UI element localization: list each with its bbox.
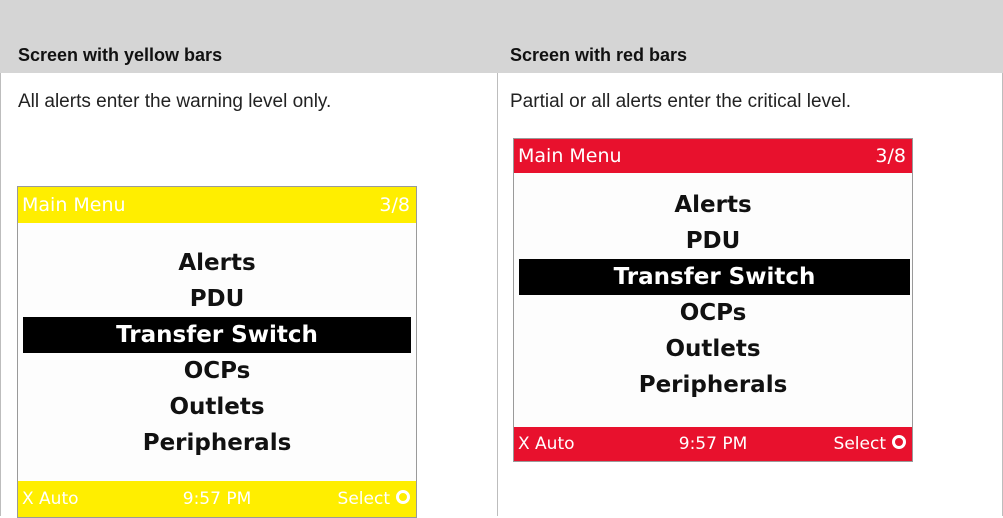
yellow-description: All alerts enter the warning level only.: [18, 91, 332, 112]
table-header-row: Screen with yellow bars Screen with red …: [0, 37, 1003, 73]
yellow-menu-item-peripherals[interactable]: Peripherals: [18, 425, 416, 461]
yellow-menu-item-alerts[interactable]: Alerts: [18, 245, 416, 281]
red-description: Partial or all alerts enter the critical…: [510, 91, 852, 112]
header-yellow-bars: Screen with yellow bars: [18, 45, 223, 65]
red-title: Main Menu: [518, 145, 622, 167]
select-circle-icon: [892, 435, 906, 449]
red-menu-screen: Main Menu 3/8 Alerts PDU Transfer Switch…: [513, 138, 913, 462]
yellow-menu-screen: Main Menu 3/8 Alerts PDU Transfer Switch…: [17, 186, 417, 518]
red-menu-item-ocps[interactable]: OCPs: [514, 295, 912, 331]
red-menu-item-pdu[interactable]: PDU: [514, 223, 912, 259]
header-red-bars: Screen with red bars: [510, 45, 688, 65]
left-table-border: [0, 73, 1, 516]
yellow-menu-item-pdu[interactable]: PDU: [18, 281, 416, 317]
red-select-label: Select: [833, 434, 886, 454]
yellow-menu-item-transfer-switch[interactable]: Transfer Switch: [23, 317, 411, 353]
red-footer-select: Select: [834, 427, 906, 461]
yellow-title: Main Menu: [22, 194, 126, 216]
yellow-menu-item-outlets[interactable]: Outlets: [18, 389, 416, 425]
red-footer-bar: X Auto 9:57 PM Select: [514, 427, 912, 461]
yellow-footer-bar: X Auto 9:57 PM Select: [18, 481, 416, 517]
column-divider: [497, 73, 498, 516]
red-menu-list: Alerts PDU Transfer Switch OCPs Outlets …: [514, 187, 912, 403]
yellow-select-label: Select: [337, 489, 390, 509]
yellow-menu-list: Alerts PDU Transfer Switch OCPs Outlets …: [18, 245, 416, 461]
red-menu-item-outlets[interactable]: Outlets: [514, 331, 912, 367]
red-menu-item-transfer-switch[interactable]: Transfer Switch: [519, 259, 910, 295]
yellow-footer-select: Select: [338, 481, 410, 517]
yellow-title-bar: Main Menu 3/8: [18, 187, 416, 223]
yellow-page-indicator: 3/8: [379, 194, 410, 216]
yellow-menu-item-ocps[interactable]: OCPs: [18, 353, 416, 389]
red-title-bar: Main Menu 3/8: [514, 139, 912, 173]
red-menu-item-peripherals[interactable]: Peripherals: [514, 367, 912, 403]
table-top-band: [0, 0, 1003, 37]
red-menu-item-alerts[interactable]: Alerts: [514, 187, 912, 223]
select-circle-icon: [396, 490, 410, 504]
red-page-indicator: 3/8: [875, 145, 906, 167]
